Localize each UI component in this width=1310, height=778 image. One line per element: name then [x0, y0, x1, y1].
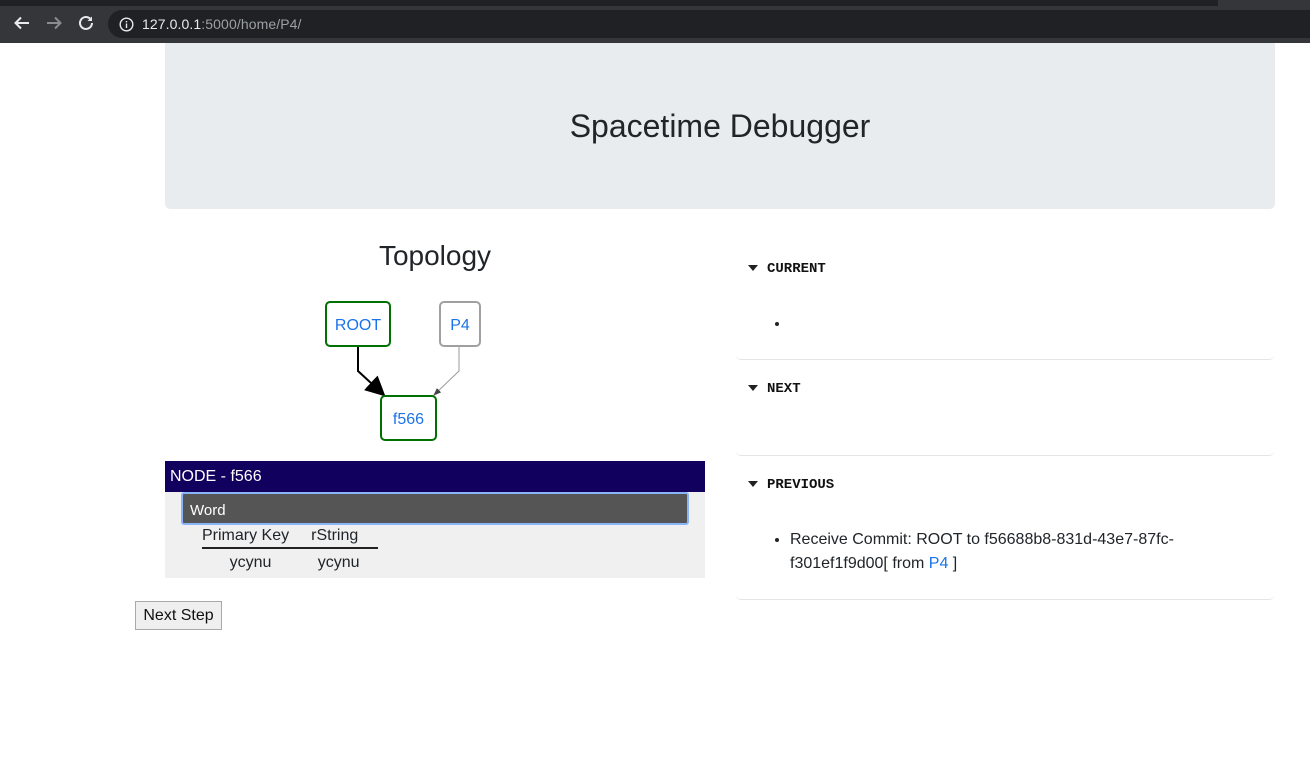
current-list: [754, 312, 790, 336]
forward-icon[interactable]: [43, 12, 65, 34]
current-section: CURRENT: [736, 257, 1274, 360]
graph-node-p4[interactable]: P4: [439, 301, 481, 347]
node-detail-panel: NODE - f566 Word Primary Key rString ycy…: [165, 461, 705, 578]
info-icon[interactable]: [119, 16, 134, 32]
previous-section: PREVIOUS Receive Commit: ROOT to f56688b…: [736, 473, 1274, 600]
browser-toolbar: 127.0.0.1:5000/home/P4/: [0, 0, 1310, 43]
caret-down-icon: [748, 481, 758, 487]
node-header: NODE - f566: [165, 461, 705, 492]
type-selector[interactable]: Word: [181, 492, 689, 525]
previous-list: Receive Commit: ROOT to f56688b8-831d-43…: [754, 528, 1194, 576]
column-header: Primary Key: [202, 527, 300, 549]
object-table: Primary Key rString ycynu ycynu: [202, 527, 379, 572]
section-label: CURRENT: [767, 261, 826, 277]
table-row: ycynu ycynu: [202, 548, 378, 572]
address-bar[interactable]: 127.0.0.1:5000/home/P4/: [108, 10, 1310, 38]
url-text: 127.0.0.1:5000/home/P4/: [142, 16, 302, 32]
graph-node-root[interactable]: ROOT: [325, 301, 391, 347]
commit-suffix: ]: [948, 555, 958, 572]
table-cell: ycynu: [229, 554, 272, 571]
caret-down-icon: [748, 265, 758, 271]
list-item: Receive Commit: ROOT to f56688b8-831d-43…: [790, 528, 1194, 576]
section-label: PREVIOUS: [767, 477, 835, 493]
reload-icon[interactable]: [75, 12, 97, 34]
graph-node-f566[interactable]: f566: [380, 395, 437, 441]
topology-graph: ROOT P4 f566: [325, 301, 481, 441]
svg-text:f566: f566: [393, 411, 424, 428]
svg-text:ROOT: ROOT: [335, 317, 381, 334]
page-title: Spacetime Debugger: [569, 107, 871, 144]
table-cell: ycynu: [317, 554, 360, 571]
previous-toggle[interactable]: PREVIOUS: [748, 477, 834, 493]
commit-text: Receive Commit: ROOT to f56688b8-831d-43…: [790, 531, 1174, 572]
table-header-row: Primary Key rString: [202, 527, 379, 549]
next-section: NEXT: [736, 377, 1274, 456]
current-toggle[interactable]: CURRENT: [748, 261, 826, 277]
edge-root-f566: [357, 347, 386, 397]
page-header: Spacetime Debugger: [165, 43, 1275, 209]
svg-text:P4: P4: [450, 317, 470, 334]
tab-strip: [0, 0, 1218, 6]
section-label: NEXT: [767, 381, 801, 397]
source-link[interactable]: P4: [929, 555, 949, 572]
topology-title: Topology: [378, 240, 492, 271]
column-header: rString: [299, 527, 379, 549]
next-toggle[interactable]: NEXT: [748, 381, 801, 397]
back-icon[interactable]: [11, 12, 33, 34]
next-step-button[interactable]: Next Step: [135, 601, 222, 630]
caret-down-icon: [748, 385, 758, 391]
edge-p4-f566: [433, 347, 460, 396]
